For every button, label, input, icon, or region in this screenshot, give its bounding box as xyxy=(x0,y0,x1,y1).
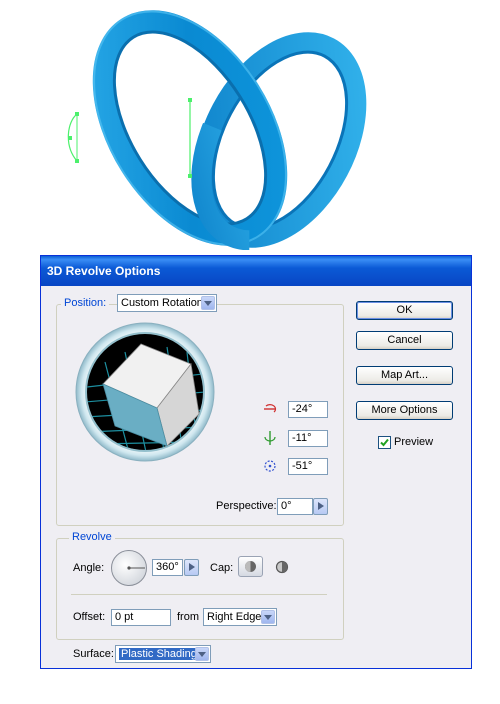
perspective-label: Perspective: xyxy=(216,500,277,512)
dialog-title: 3D Revolve Options xyxy=(41,256,471,286)
rotate-y-input[interactable]: -11° xyxy=(288,430,328,447)
from-label: from xyxy=(177,611,199,623)
offset-input[interactable]: 0 pt xyxy=(111,609,171,626)
from-dropdown[interactable]: Right Edge xyxy=(203,608,277,626)
position-label: Position: xyxy=(61,297,110,309)
chevron-down-icon[interactable] xyxy=(195,647,209,661)
checkmark-icon xyxy=(380,438,389,447)
surface-label: Surface: xyxy=(73,648,114,660)
surface-dropdown-value: Plastic Shading xyxy=(119,648,199,660)
cap-on-icon xyxy=(245,561,256,572)
cap-label: Cap: xyxy=(210,562,234,574)
revolve-divider xyxy=(71,594,327,595)
preview-label: Preview xyxy=(394,436,434,448)
chevron-down-icon[interactable] xyxy=(201,296,215,310)
position-dropdown[interactable]: Custom Rotation xyxy=(117,294,217,312)
rotate-y-icon xyxy=(264,431,276,445)
perspective-input[interactable]: 0° xyxy=(277,498,313,515)
chevron-down-icon[interactable] xyxy=(261,610,275,624)
dialog-body: Position: Custom Rotation -24° -11° -51°… xyxy=(41,286,471,668)
ok-button[interactable]: OK xyxy=(356,301,453,320)
angle-label: Angle: xyxy=(73,562,105,574)
angle-arrow-button[interactable] xyxy=(184,559,199,576)
artwork-canvas xyxy=(67,10,367,250)
cap-off-icon[interactable] xyxy=(273,558,291,576)
cap-on-button[interactable] xyxy=(238,556,263,577)
rotate-x-icon xyxy=(264,404,277,413)
revolve-axis xyxy=(188,98,192,178)
track-cube[interactable] xyxy=(75,322,215,462)
surface-dropdown[interactable]: Plastic Shading xyxy=(115,645,211,663)
preview-checkbox[interactable] xyxy=(378,436,391,449)
rotate-z-input[interactable]: -51° xyxy=(288,458,328,475)
map-art-button[interactable]: Map Art... xyxy=(356,366,453,385)
perspective-slider-button[interactable] xyxy=(313,498,328,515)
angle-dial[interactable] xyxy=(110,549,148,587)
rotate-z-icon xyxy=(264,460,276,472)
position-dropdown-value: Custom Rotation xyxy=(121,297,203,309)
cancel-button[interactable]: Cancel xyxy=(356,331,453,350)
profile-path xyxy=(67,112,79,163)
angle-input[interactable]: 360° xyxy=(152,559,183,576)
offset-label: Offset: xyxy=(73,611,106,623)
revolve-group xyxy=(56,538,344,640)
rotate-x-input[interactable]: -24° xyxy=(288,401,328,418)
from-dropdown-value: Right Edge xyxy=(207,611,262,623)
revolve-legend: Revolve xyxy=(69,531,115,543)
revolve-dialog: 3D Revolve Options Position: Custom Rota… xyxy=(40,255,472,669)
more-options-button[interactable]: More Options xyxy=(356,401,453,420)
